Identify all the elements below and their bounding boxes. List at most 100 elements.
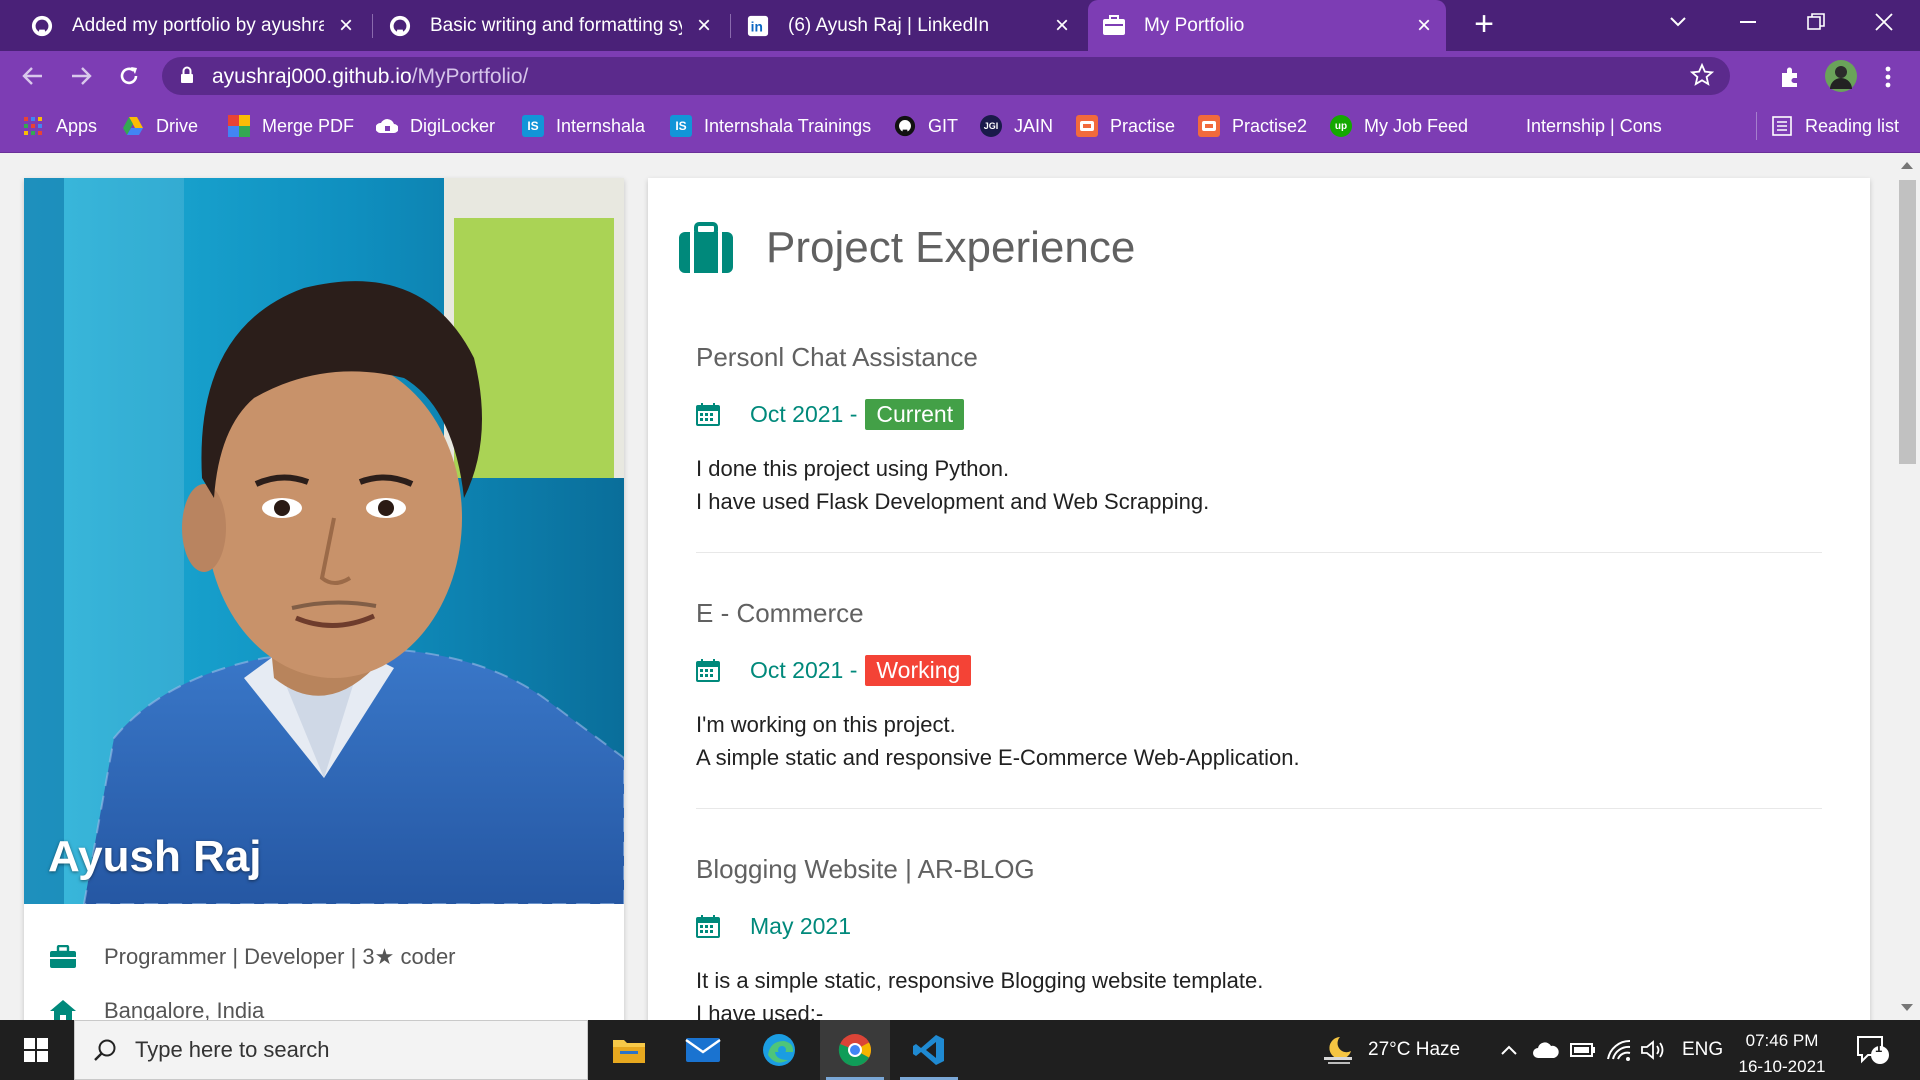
reading-list-button[interactable]: Reading list [1756, 112, 1899, 140]
bookmark-merge-pdf[interactable]: Merge PDF [228, 114, 354, 138]
chrome-app[interactable] [820, 1020, 890, 1080]
file-explorer-app[interactable] [594, 1020, 664, 1080]
close-tab-icon[interactable]: × [1412, 12, 1436, 39]
back-button[interactable] [16, 59, 50, 93]
taskbar-search[interactable]: Type here to search [74, 1020, 588, 1080]
vscode-app[interactable] [894, 1020, 964, 1080]
notification-center[interactable]: 1 [1856, 1020, 1890, 1080]
jain-icon: JGI [980, 115, 1002, 137]
browser-tab[interactable]: Added my portfolio by ayushraj000 × [16, 0, 368, 51]
battery-tray[interactable] [1570, 1020, 1596, 1080]
new-tab-button[interactable]: + [1466, 7, 1502, 44]
volume-tray[interactable] [1640, 1020, 1666, 1080]
internshala-icon: IS [522, 115, 544, 137]
apps-grid-icon [22, 115, 44, 137]
browser-tab-active[interactable]: My Portfolio × [1088, 0, 1446, 51]
project-description-line: A simple static and responsive E-Commerc… [696, 745, 1300, 770]
page-scrollbar[interactable] [1895, 154, 1920, 1020]
show-hidden-icons[interactable] [1500, 1020, 1518, 1080]
linkedin-icon: in [746, 14, 770, 38]
notification-icon [1857, 1036, 1889, 1064]
divider [696, 552, 1822, 553]
bookmark-practise[interactable]: Practise [1076, 114, 1175, 138]
tab-title: Basic writing and formatting syntax [430, 14, 682, 36]
folder-icon [613, 1040, 645, 1063]
bookmark-jain[interactable]: JGI JAIN [980, 114, 1053, 138]
url-text[interactable]: ayushraj000.github.io/MyPortfolio/ [212, 65, 528, 89]
weather-widget[interactable]: 27°C Haze [1322, 1020, 1460, 1080]
chevron-up-icon [1501, 1045, 1517, 1055]
bookmark-git[interactable]: GIT [894, 114, 958, 138]
vscode-icon [913, 1035, 944, 1065]
bookmark-practise2[interactable]: Practise2 [1198, 114, 1307, 138]
suitcase-icon [678, 222, 734, 274]
svg-text:in: in [751, 19, 763, 34]
divider [696, 808, 1822, 809]
close-tab-icon[interactable]: × [334, 12, 358, 39]
url-path: /MyPortfolio/ [411, 65, 529, 88]
bookmark-label: GIT [928, 115, 958, 136]
extensions-icon[interactable] [1776, 63, 1804, 91]
project-description-line: I done this project using Python. [696, 456, 1010, 481]
tab-title: (6) Ayush Raj | LinkedIn [788, 14, 990, 36]
bookmark-internship-cons[interactable]: Internship | Cons [1526, 114, 1662, 138]
address-bar[interactable]: ayushraj000.github.io/MyPortfolio/ [162, 57, 1730, 95]
profile-title-row: Programmer | Developer | 3★ coder [48, 942, 456, 972]
profile-photo-illustration [24, 178, 624, 904]
language-indicator[interactable]: ENG [1682, 1020, 1723, 1080]
portfolio-icon [1102, 14, 1126, 38]
bookmark-star-icon[interactable] [1689, 62, 1715, 94]
browser-toolbar: ayushraj000.github.io/MyPortfolio/ [0, 51, 1920, 100]
scroll-up-arrow-icon[interactable] [1901, 162, 1913, 169]
restore-button[interactable] [1786, 0, 1846, 44]
bookmark-apps[interactable]: Apps [22, 114, 97, 138]
project-description-line: I'm working on this project. [696, 712, 956, 737]
bookmark-label: Internship | Cons [1526, 115, 1662, 136]
status-badge: Current [865, 398, 965, 430]
close-tab-icon[interactable]: × [1050, 12, 1074, 39]
upwork-icon: up [1330, 115, 1352, 137]
section-header: Project Experience [678, 222, 1135, 274]
briefcase-icon [48, 945, 78, 969]
reading-list-icon [1771, 115, 1793, 137]
bookmark-digilocker[interactable]: DigiLocker [376, 114, 495, 138]
close-window-button[interactable] [1854, 0, 1914, 44]
profile-card: Ayush Raj Programmer | Developer | 3★ co… [24, 178, 624, 1020]
taskbar-clock[interactable]: 07:46 PM 16-10-2021 [1724, 1028, 1840, 1080]
bookmark-label: Practise2 [1232, 115, 1308, 136]
digilocker-icon [376, 115, 398, 137]
windows-taskbar: Type here to search 27°C Haze ENG 07:46 … [0, 1020, 1920, 1080]
reload-button[interactable] [112, 59, 146, 93]
avatar[interactable] [1824, 59, 1858, 93]
project-date: May 2021 [750, 912, 852, 939]
bookmark-my-job-feed[interactable]: up My Job Feed [1330, 114, 1468, 138]
tab-search-icon[interactable] [1648, 0, 1708, 44]
lock-icon[interactable] [180, 66, 194, 89]
bookmark-drive[interactable]: Drive [122, 114, 198, 138]
network-tray[interactable] [1606, 1020, 1632, 1080]
bookmark-internshala-trainings[interactable]: IS Internshala Trainings [670, 114, 871, 138]
codingame-icon [1198, 115, 1220, 137]
close-tab-icon[interactable]: × [692, 12, 716, 39]
mail-app[interactable] [668, 1020, 738, 1080]
project-experience-card: Project Experience Personl Chat Assistan… [648, 178, 1870, 1020]
minimize-button[interactable] [1718, 0, 1778, 44]
edge-app[interactable] [744, 1020, 814, 1080]
section-title: Project Experience [766, 223, 1136, 272]
bookmark-internshala[interactable]: IS Internshala [522, 114, 645, 138]
project-date-row: May 2021 [696, 908, 1822, 944]
wifi-icon [1607, 1039, 1631, 1061]
start-button[interactable] [0, 1020, 72, 1080]
project-title: Blogging Website | AR-BLOG [696, 854, 1035, 884]
merge-pdf-icon [228, 115, 250, 137]
clock-time: 07:46 PM [1745, 1031, 1819, 1050]
more-menu-icon[interactable] [1874, 63, 1902, 91]
forward-button[interactable] [64, 59, 98, 93]
language-text: ENG [1682, 1039, 1724, 1060]
browser-tab[interactable]: in (6) Ayush Raj | LinkedIn × [732, 0, 1084, 51]
scroll-thumb[interactable] [1899, 180, 1916, 464]
scroll-down-arrow-icon[interactable] [1901, 1004, 1913, 1011]
project-description: It is a simple static, responsive Bloggi… [696, 964, 1822, 1020]
browser-tab[interactable]: Basic writing and formatting syntax × [374, 0, 726, 51]
onedrive-tray[interactable] [1532, 1020, 1560, 1080]
